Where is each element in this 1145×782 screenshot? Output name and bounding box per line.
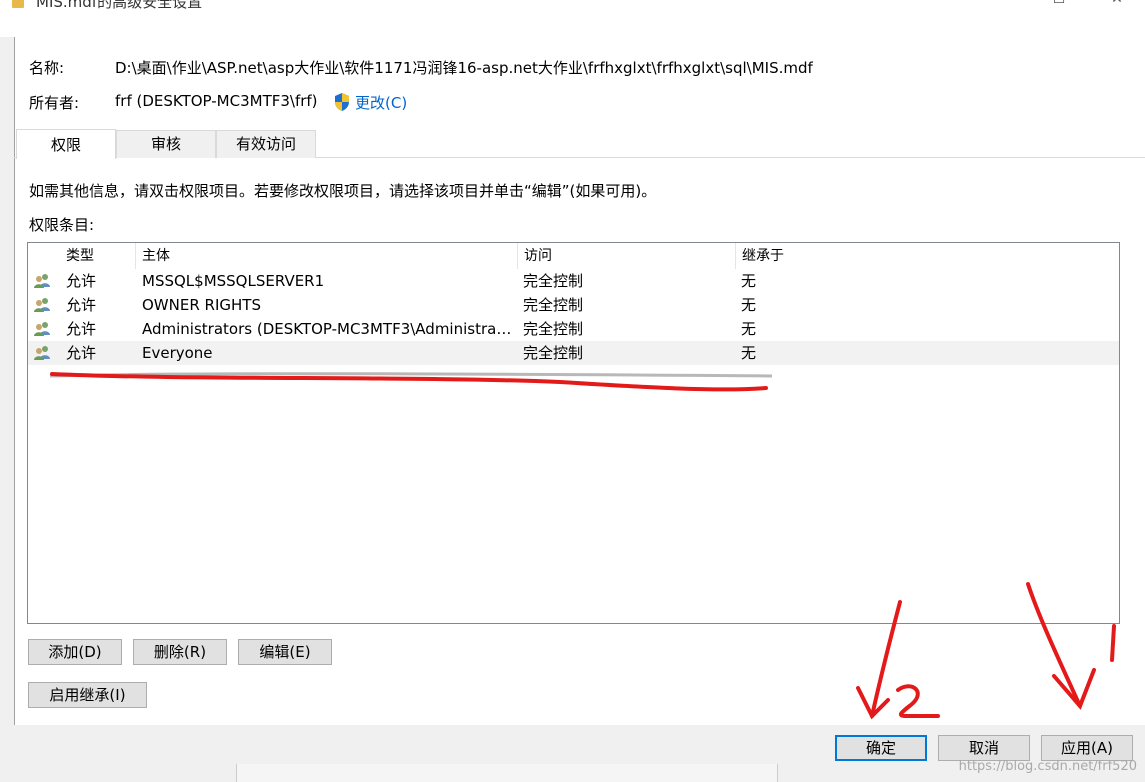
column-header-inherited[interactable]: 继承于	[736, 243, 1118, 269]
folder-icon	[12, 0, 24, 8]
tab-permissions[interactable]: 权限	[16, 129, 116, 159]
cell-inherited: 无	[741, 320, 757, 338]
add-button[interactable]: 添加(D)	[28, 639, 122, 665]
users-icon	[34, 298, 50, 312]
cell-access: 完全控制	[523, 272, 584, 290]
name-label: 名称:	[29, 59, 65, 77]
apply-button[interactable]: 应用(A)	[1041, 735, 1133, 761]
cell-principal: OWNER RIGHTS	[142, 296, 261, 314]
cancel-button[interactable]: 取消	[938, 735, 1030, 761]
instructions-text: 如需其他信息，请双击权限项目。若要修改权限项目，请选择该项目并单击“编辑”(如果…	[29, 182, 657, 200]
cell-inherited: 无	[741, 272, 757, 290]
cell-inherited: 无	[741, 296, 757, 314]
users-icon	[34, 346, 50, 360]
owner-label: 所有者:	[29, 94, 80, 112]
cell-type: 允许	[66, 344, 97, 362]
column-header-type[interactable]: 类型	[60, 243, 136, 269]
cell-principal: Everyone	[142, 344, 213, 362]
maximize-button[interactable]: ☐	[1052, 0, 1066, 6]
remove-button[interactable]: 删除(R)	[133, 639, 227, 665]
edit-button[interactable]: 编辑(E)	[238, 639, 332, 665]
change-owner-link[interactable]: 更改(C)	[355, 92, 407, 113]
users-icon	[34, 274, 50, 288]
enable-inheritance-button[interactable]: 启用继承(I)	[28, 682, 147, 708]
owner-value: frf (DESKTOP-MC3MTF3\frf)	[115, 92, 318, 110]
tab-effective-access[interactable]: 有效访问	[216, 130, 316, 158]
tab-auditing[interactable]: 审核	[116, 130, 216, 158]
table-row[interactable]: 允许 MSSQL$MSSQLSERVER1 完全控制 无	[28, 269, 1119, 293]
cell-access: 完全控制	[523, 296, 584, 314]
cell-type: 允许	[66, 320, 97, 338]
entries-label: 权限条目:	[29, 216, 95, 234]
cell-principal: MSSQL$MSSQLSERVER1	[142, 272, 325, 290]
cell-access: 完全控制	[523, 320, 584, 338]
cell-principal: Administrators (DESKTOP-MC3MTF3\Administ…	[142, 320, 514, 338]
window-title: MIS.mdf的高级安全设置	[36, 0, 203, 11]
close-button[interactable]: ✕	[1110, 0, 1124, 6]
cell-access: 完全控制	[523, 344, 584, 362]
permission-entries-list[interactable]: 类型 主体 访问 继承于 允许 MSSQL$MSSQLSERVER1 完全控制 …	[27, 242, 1120, 624]
cell-type: 允许	[66, 296, 97, 314]
name-value: D:\桌面\作业\ASP.net\asp大作业\软件1171冯润锋16-asp.…	[115, 59, 813, 77]
watermark-text: https://blog.csdn.net/frf520	[958, 759, 1137, 774]
title-bar: MIS.mdf的高级安全设置 – ☐ ✕	[0, 0, 1145, 12]
cell-type: 允许	[66, 272, 97, 290]
users-icon	[34, 322, 50, 336]
minimize-button[interactable]: –	[996, 0, 1010, 6]
cell-inherited: 无	[741, 344, 757, 362]
background-window-edge	[0, 37, 14, 782]
column-header-access[interactable]: 访问	[518, 243, 736, 269]
table-row[interactable]: 允许 Administrators (DESKTOP-MC3MTF3\Admin…	[28, 317, 1119, 341]
ok-button[interactable]: 确定	[835, 735, 927, 761]
uac-shield-icon	[335, 93, 349, 111]
column-header-principal[interactable]: 主体	[136, 243, 518, 269]
table-row-selected[interactable]: 允许 Everyone 完全控制 无	[28, 341, 1119, 365]
table-row[interactable]: 允许 OWNER RIGHTS 完全控制 无	[28, 293, 1119, 317]
